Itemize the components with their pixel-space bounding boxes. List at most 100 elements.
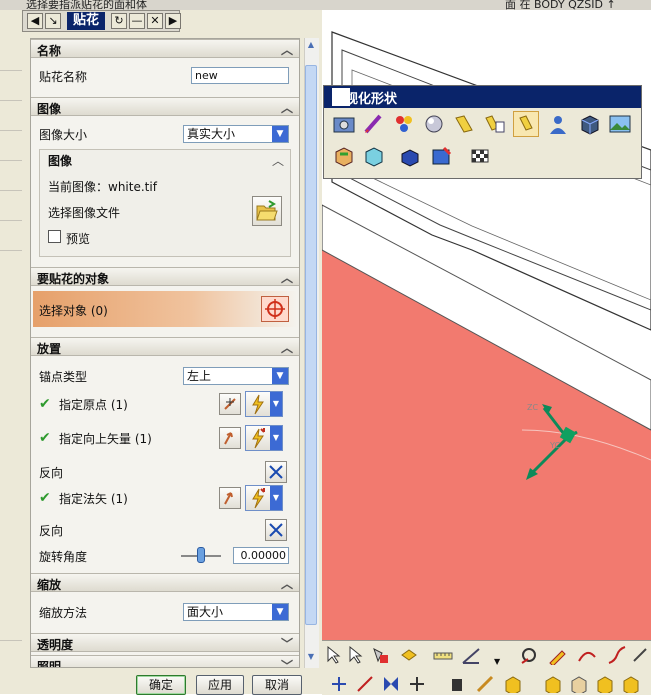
scale-method-select[interactable]: 面大小 ▼ [183,603,289,621]
back-icon[interactable]: ◀ [27,13,43,29]
apply-button[interactable]: 应用 [196,675,244,695]
chevron-up-icon[interactable]: ︿ [281,41,293,58]
section-transparency-header[interactable]: 透明度 ﹀ [31,633,299,652]
select-body-icon[interactable] [370,645,392,665]
cube-yellow-icon-2[interactable] [542,673,564,693]
ok-button[interactable]: 确定 [136,675,186,695]
spotlight-icon[interactable] [452,112,476,136]
arrow-up-right-icon[interactable] [354,673,376,693]
scroll-down-icon[interactable]: ▼ [305,652,317,666]
select-arrow-icon[interactable] [322,645,344,665]
current-image-label: 当前图像：white.tif [48,180,157,194]
measure-distance-icon[interactable] [432,645,454,665]
assembly-icon[interactable] [568,673,590,693]
chevron-up-icon[interactable]: ︿ [281,575,293,592]
color-palette-icon[interactable] [392,112,416,136]
preview-checkbox[interactable] [48,230,61,243]
face-icon[interactable] [474,673,496,693]
landscape-image-icon[interactable] [608,112,632,136]
more-tools-icon[interactable] [630,645,651,665]
cube-view-icon[interactable] [362,144,386,168]
palette-close-icon[interactable]: ✕ [332,88,350,106]
anchor-type-select[interactable]: 左上 ▼ [183,367,289,385]
chevron-up-icon[interactable]: ︿ [272,152,284,169]
inferred-normal-button[interactable]: ▼ [245,485,283,511]
forward-icon[interactable]: ▶ [165,13,181,29]
dialog-panel: 名称 ︿ 贴花名称 new 图像 ︿ 图像大小 真实大小 ▼ 图像 ︿ 当前图像：wh… [30,38,300,668]
body-icon[interactable] [446,673,468,693]
scroll-up-icon[interactable]: ▲ [305,40,317,54]
image-size-row: 图像大小 真实大小 ▼ [31,121,299,145]
reverse-direction-button-1[interactable] [265,461,287,483]
select-object-button[interactable] [261,296,289,322]
datum-plus-icon[interactable] [406,673,428,693]
normal-vector-icon [224,492,233,505]
select-feature-icon[interactable] [344,645,366,665]
cube-yellow-icon-4[interactable] [620,673,642,693]
scrollbar-thumb[interactable] [305,65,317,625]
select-arrow-icon[interactable]: ↘ [45,13,61,29]
analysis-icon[interactable] [518,645,540,665]
section-target-header[interactable]: 要贴花的对象 ︿ [31,267,299,286]
chevron-down-icon: ▼ [270,426,282,450]
inferred-point-button[interactable]: ▼ [245,391,283,417]
inferred-vector-button[interactable]: ▼ [245,425,283,451]
measure-angle-icon[interactable] [460,645,482,665]
section-image-header[interactable]: 图像 ︿ [31,97,299,116]
section-name-header[interactable]: 名称 ︿ [31,39,299,58]
add-point-icon[interactable] [328,673,350,693]
decal-name-input[interactable]: new [191,67,289,84]
reset-icon[interactable]: ↻ [111,13,127,29]
chevron-down-icon[interactable]: ▼ [494,657,500,666]
chevron-up-icon[interactable]: ︿ [281,269,293,286]
curve-icon[interactable] [576,645,598,665]
shaded-solid-icon[interactable] [398,144,422,168]
check-icon: ✔ [39,396,51,412]
pencil-note-icon[interactable] [546,645,568,665]
open-folder-button[interactable] [252,196,282,226]
section-placement-header[interactable]: 放置 ︿ [31,337,299,356]
checker-pattern-icon[interactable] [468,144,492,168]
svg-text:ZC: ZC [527,403,538,412]
palette-titlebar: 可视化形状 ▼ ✕ [324,86,641,108]
cube-yellow-icon[interactable] [502,673,524,693]
chevron-down-icon[interactable]: ﹀ [281,635,293,652]
rotation-slider-thumb[interactable] [197,547,205,563]
cancel-button[interactable]: 取消 [252,675,302,695]
select-component-icon[interactable] [398,645,420,665]
normal-row: ✔ 指定法矢 (1) ▼ [31,485,299,513]
folder-open-icon [256,200,278,221]
cube-yellow-icon-3[interactable] [594,673,616,693]
point-dialog-button[interactable] [219,393,241,415]
crosshair-icon [265,299,285,319]
section-lighting-header[interactable]: 照明 ﹀ [31,655,299,667]
material-sphere-icon[interactable] [422,112,446,136]
chevron-up-icon[interactable]: ︿ [281,99,293,116]
spline-icon[interactable] [606,645,628,665]
left-resource-bar [0,10,23,694]
light-list-icon[interactable] [482,112,506,136]
decal-light-icon[interactable] [513,111,539,137]
user-avatar-icon[interactable] [546,112,570,136]
mirror-icon[interactable] [380,673,402,693]
vector-dialog-button[interactable] [219,427,241,449]
rotation-row: 旋转角度 0.00000 [31,543,299,569]
image-size-select[interactable]: 真实大小 ▼ [183,125,289,143]
palette-menu-icon[interactable]: ▼ [332,88,615,103]
normal-dialog-button[interactable] [219,487,241,509]
close-icon[interactable]: ✕ [147,13,163,29]
cube-render-icon[interactable] [578,112,602,136]
decal-edit-icon[interactable] [430,144,454,168]
camera-icon[interactable] [332,112,356,136]
section-scale-header[interactable]: 缩放 ︿ [31,573,299,592]
rotation-angle-input[interactable]: 0.00000 [233,547,289,564]
texture-icon[interactable] [332,144,356,168]
chevron-down-icon[interactable]: ﹀ [281,657,293,667]
paint-brush-icon[interactable] [362,112,386,136]
check-icon: ✔ [39,490,51,506]
collapse-icon[interactable]: — [129,13,145,29]
image-subgroup: 图像 ︿ 当前图像：white.tif 选择图像文件 预览 [39,149,291,257]
select-object-row[interactable]: 选择对象 (0) [33,291,297,327]
reverse-direction-button-2[interactable] [265,519,287,541]
chevron-up-icon[interactable]: ︿ [281,339,293,356]
